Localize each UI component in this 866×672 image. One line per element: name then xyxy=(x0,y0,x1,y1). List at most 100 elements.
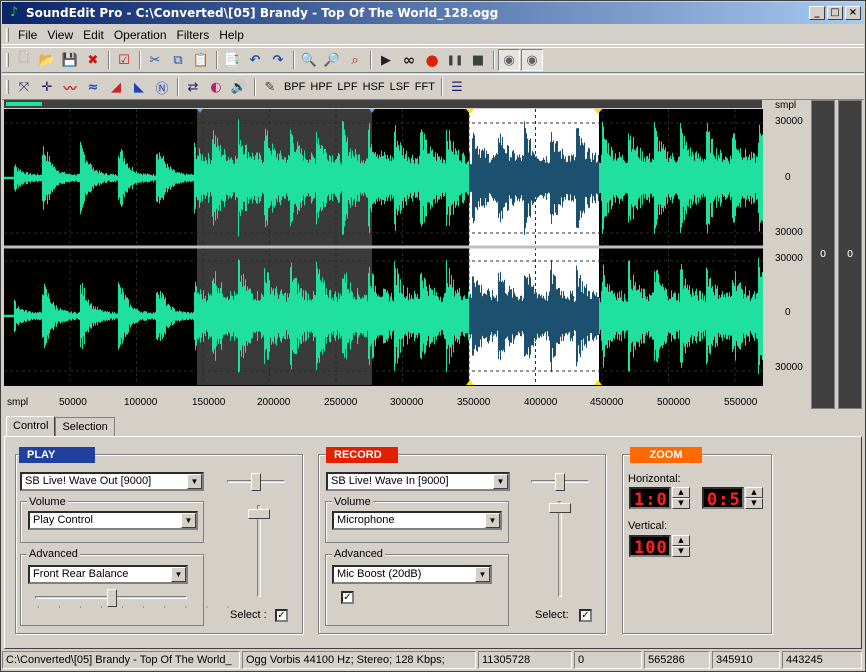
paste-icon[interactable]: 📋 xyxy=(190,49,212,71)
record-volume-label: Volume xyxy=(332,496,373,508)
mute-icon[interactable]: ◐ xyxy=(205,76,227,98)
zoom-horizontal-spinner-2[interactable]: ▲ ▼ xyxy=(745,487,763,509)
split-icon[interactable]: ✛ xyxy=(36,76,58,98)
swap-channels-icon[interactable]: ⇄ xyxy=(182,76,204,98)
lpf-button[interactable]: LPF xyxy=(335,76,359,98)
menu-operation[interactable]: Operation xyxy=(109,28,172,42)
play-device-select[interactable]: SB Live! Wave Out [9000] ▼ xyxy=(20,472,204,491)
chevron-down-icon[interactable]: ▼ xyxy=(187,474,202,489)
play-master-balance-slider[interactable] xyxy=(227,473,285,491)
minimize-button[interactable]: _ xyxy=(809,6,825,20)
menu-help[interactable]: Help xyxy=(214,28,249,42)
volume-icon[interactable]: 🔊 xyxy=(228,76,250,98)
toolbar-grip xyxy=(6,53,9,67)
slider-thumb[interactable] xyxy=(555,473,565,491)
bpf-button[interactable]: BPF xyxy=(282,76,307,98)
record-volume-slider[interactable] xyxy=(549,501,571,597)
close-button[interactable]: × xyxy=(845,6,861,20)
zoom-in-icon[interactable]: 🔍 xyxy=(298,49,320,71)
zoom-out-icon[interactable]: 🔎 xyxy=(321,49,343,71)
record-master-balance-slider[interactable] xyxy=(531,473,589,491)
record-device-select[interactable]: SB Live! Wave In [9000] ▼ xyxy=(326,472,510,491)
paste-new-icon[interactable]: 📑 xyxy=(221,49,243,71)
mic-boost-checkbox[interactable]: ✓ xyxy=(341,591,354,604)
cut-icon[interactable]: ✂ xyxy=(144,49,166,71)
redo-icon[interactable]: ↷ xyxy=(267,49,289,71)
equalizer-icon[interactable]: ☰ xyxy=(446,76,468,98)
stop-icon[interactable]: ■ xyxy=(467,49,489,71)
menu-edit[interactable]: Edit xyxy=(78,28,109,42)
speaker-right-icon[interactable]: ◉ xyxy=(521,49,543,71)
menu-file[interactable]: File xyxy=(13,28,42,42)
waveform-display[interactable] xyxy=(4,109,763,385)
y-tick: 30000 xyxy=(775,116,803,127)
spin-up-icon[interactable]: ▲ xyxy=(745,487,763,498)
play-device-value: SB Live! Wave Out [9000] xyxy=(25,475,152,487)
y-tick: 30000 xyxy=(775,227,803,238)
new-file-icon[interactable]: 🗋 xyxy=(13,49,35,71)
tab-control[interactable]: Control xyxy=(6,416,56,436)
x-tick: 200000 xyxy=(257,397,291,408)
menu-filters[interactable]: Filters xyxy=(172,28,215,42)
toolbar-grip xyxy=(6,80,9,94)
open-folder-icon[interactable]: 📂 xyxy=(36,49,58,71)
main-toolbar: 🗋 📂 💾 ✖ ☑ ✂ ⧉ 📋 📑 ↶ ↷ 🔍 🔎 ⌕ ▶ ∞ ● ❚❚ ■ ◉… xyxy=(2,47,864,73)
speaker-left-icon[interactable]: ◉ xyxy=(498,49,520,71)
spin-down-icon[interactable]: ▼ xyxy=(745,498,763,509)
loop-icon[interactable]: ∞ xyxy=(398,49,420,71)
record-advanced-select[interactable]: Mic Boost (20dB) ▼ xyxy=(332,565,492,584)
overview-bar[interactable] xyxy=(4,100,762,108)
overview-position[interactable] xyxy=(6,102,42,106)
menu-view[interactable]: View xyxy=(42,28,78,42)
record-icon[interactable]: ● xyxy=(421,49,443,71)
expand-icon[interactable]: ⤧ xyxy=(13,76,35,98)
slider-thumb[interactable] xyxy=(549,503,571,513)
zoom-full-icon[interactable]: ⌕ xyxy=(344,49,366,71)
zoom-vertical-spinner[interactable]: ▲ ▼ xyxy=(672,535,690,557)
play-advanced-value: Front Rear Balance xyxy=(33,568,129,580)
pause-icon[interactable]: ❚❚ xyxy=(444,49,466,71)
undo-icon[interactable]: ↶ xyxy=(244,49,266,71)
tab-selection[interactable]: Selection xyxy=(55,417,115,437)
hsf-button[interactable]: HSF xyxy=(361,76,387,98)
fft-button[interactable]: FFT xyxy=(413,76,437,98)
lsf-button[interactable]: LSF xyxy=(388,76,412,98)
time-ruler[interactable]: smpl 50000 100000 150000 200000 250000 3… xyxy=(4,385,763,409)
play-icon[interactable]: ▶ xyxy=(375,49,397,71)
spin-down-icon[interactable]: ▼ xyxy=(672,546,690,557)
x-tick: 500000 xyxy=(657,397,691,408)
slider-thumb[interactable] xyxy=(251,473,261,491)
fade-out-icon[interactable]: ◣ xyxy=(128,76,150,98)
normalize-icon[interactable]: Ⓝ xyxy=(151,76,173,98)
checklist-icon[interactable]: ☑ xyxy=(113,49,135,71)
control-panel: PLAY SB Live! Wave Out [9000] ▼ Volume P… xyxy=(4,436,862,649)
chevron-down-icon[interactable]: ▼ xyxy=(171,567,186,582)
record-select-checkbox[interactable]: ✓ xyxy=(579,609,592,622)
slider-thumb[interactable] xyxy=(248,509,270,519)
maximize-button[interactable]: □ xyxy=(827,6,843,20)
hpf-button[interactable]: HPF xyxy=(308,76,334,98)
spin-up-icon[interactable]: ▲ xyxy=(672,535,690,546)
wave-red-icon[interactable]: 〰 xyxy=(59,76,81,98)
status-file: C:\Converted\[05] Brandy - Top Of The Wo… xyxy=(2,651,240,669)
save-icon[interactable]: 💾 xyxy=(59,49,81,71)
play-volume-select[interactable]: Play Control ▼ xyxy=(28,511,198,530)
play-select-checkbox[interactable]: ✓ xyxy=(275,609,288,622)
chevron-down-icon[interactable]: ▼ xyxy=(493,474,508,489)
spin-up-icon[interactable]: ▲ xyxy=(672,487,690,498)
fade-in-icon[interactable]: ◢ xyxy=(105,76,127,98)
chevron-down-icon[interactable]: ▼ xyxy=(475,567,490,582)
play-advanced-select[interactable]: Front Rear Balance ▼ xyxy=(28,565,188,584)
zoom-horizontal-spinner-1[interactable]: ▲ ▼ xyxy=(672,487,690,509)
status-selection-end: 443245 xyxy=(782,651,862,669)
record-volume-select[interactable]: Microphone ▼ xyxy=(332,511,502,530)
wave-flat-icon[interactable]: ≈ xyxy=(82,76,104,98)
zoom-horizontal-display-2: 0:5 xyxy=(702,487,744,510)
copy-icon[interactable]: ⧉ xyxy=(167,49,189,71)
play-volume-slider[interactable] xyxy=(248,505,270,597)
spin-down-icon[interactable]: ▼ xyxy=(672,498,690,509)
pencil-icon[interactable]: ✎ xyxy=(259,76,281,98)
chevron-down-icon[interactable]: ▼ xyxy=(485,513,500,528)
chevron-down-icon[interactable]: ▼ xyxy=(181,513,196,528)
delete-icon[interactable]: ✖ xyxy=(82,49,104,71)
